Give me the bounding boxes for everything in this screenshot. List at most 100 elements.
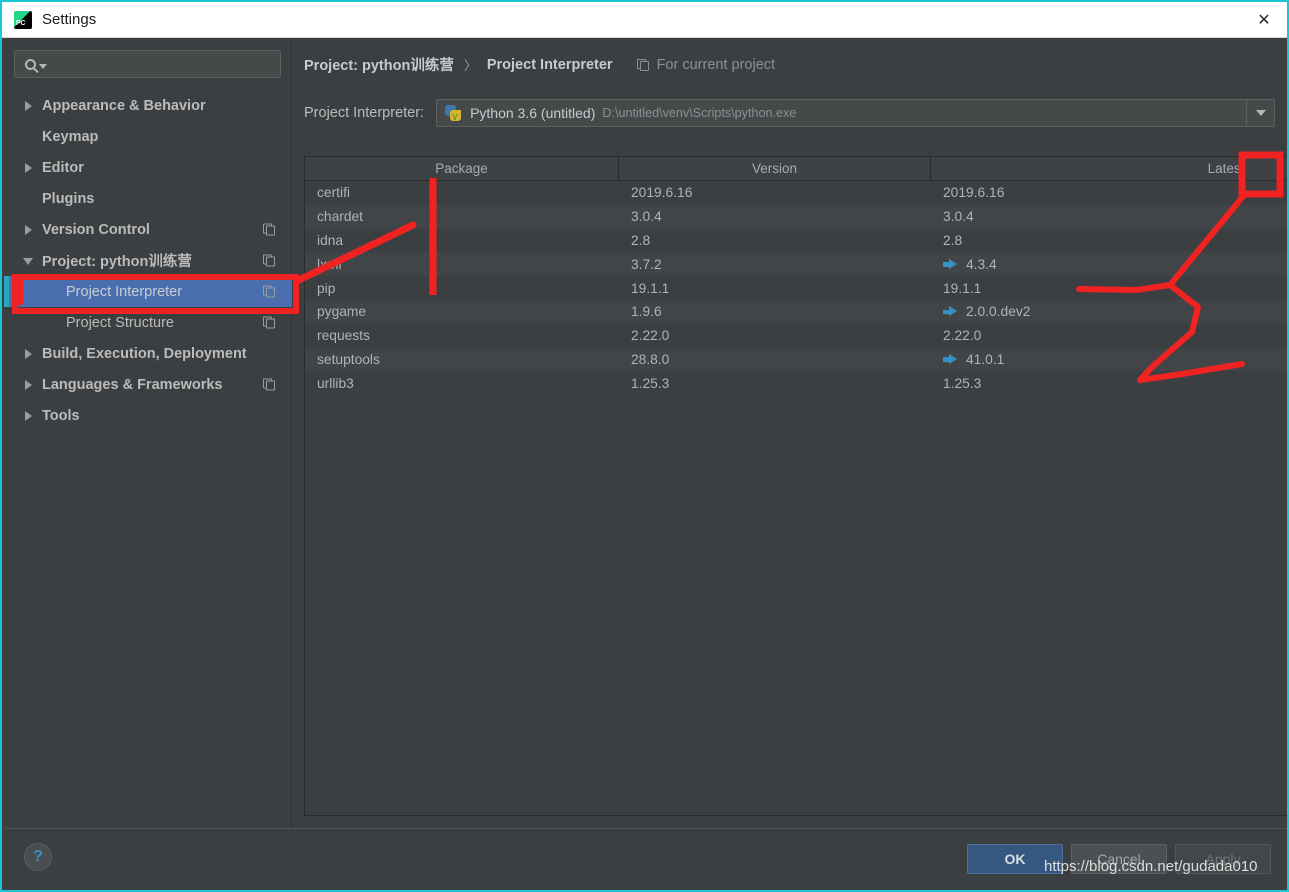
chevron-right-icon[interactable] [22,223,36,237]
python-venv-icon: V [445,104,462,122]
search-input[interactable] [47,56,280,72]
cell-package: certifi [317,185,350,201]
sidebar-item-label: Project Structure [66,314,174,331]
upgrade-available-icon [943,306,957,317]
copy-settings-icon[interactable] [263,285,276,298]
pycharm-icon: PC [14,10,32,29]
close-icon[interactable]: ✕ [1241,2,1287,37]
chevron-right-icon[interactable] [22,378,36,392]
cell-package: lxml [317,256,342,272]
sidebar-item-version-control[interactable]: Version Control [4,214,292,245]
sidebar-item-tools[interactable]: Tools [4,400,292,431]
sidebar-item-label: Build, Execution, Deployment [42,345,247,362]
copy-settings-icon[interactable] [263,378,276,391]
ok-button[interactable]: OK [967,844,1063,874]
table-row[interactable]: chardet 3.0.4 3.0.4 [305,204,1287,229]
dialog-body: Appearance & Behavior Keymap Editor Plugins… [4,38,1287,828]
cell-latest: 19.1.1 [931,280,1287,296]
table-row[interactable]: requests 2.22.0 2.22.0 [305,323,1287,348]
cell-version: 2.8 [631,232,651,248]
table-row[interactable]: lxml 3.7.2 4.3.4 [305,252,1287,277]
cell-package: setuptools [317,351,380,367]
sidebar-item-keymap[interactable]: Keymap [4,121,292,152]
table-row[interactable]: pip 19.1.1 19.1.1 [305,276,1287,300]
cell-version: 2019.6.16 [631,185,693,201]
cell-latest-text: 1.25.3 [943,375,982,391]
sidebar-item-plugins[interactable]: Plugins [4,183,292,214]
chevron-right-icon[interactable] [22,99,36,113]
sidebar-item-project-interpreter[interactable]: Project Interpreter [4,276,292,307]
upgrade-available-icon [943,258,957,270]
cell-latest-text: 4.3.4 [966,256,997,272]
column-header-latest[interactable]: Latest [931,157,1287,180]
sidebar-item-appearance-behavior[interactable]: Appearance & Behavior [4,90,292,121]
cell-latest: 2019.6.16 [931,185,1287,200]
sidebar-item-editor[interactable]: Editor [4,152,292,183]
cell-latest: 2.22.0 [931,328,1287,344]
cell-latest: 3.0.4 [931,209,1287,224]
interpreter-name: Python 3.6 (untitled) [470,105,596,121]
chevron-right-icon[interactable] [22,347,36,361]
copy-settings-icon [636,58,650,71]
interpreter-path: D:\untitled\venv\Scripts\python.exe [602,106,797,120]
upgrade-available-icon [943,353,957,365]
cell-latest: 2.8 [931,233,1287,248]
cell-version: 1.25.3 [631,375,670,391]
breadcrumb-page: Project Interpreter [486,56,613,73]
copy-settings-icon[interactable] [263,223,276,236]
sidebar-item-label: Version Control [42,221,150,238]
cell-latest-text: 2.22.0 [943,328,982,344]
sidebar-item-build-execution-deployment[interactable]: Build, Execution, Deployment [4,338,292,369]
search-icon [25,58,47,70]
chevron-down-icon[interactable] [1246,100,1274,126]
breadcrumb-scope-note: For current project [636,56,776,73]
cancel-button[interactable]: Cancel [1071,844,1167,874]
cell-version: 28.8.0 [631,351,670,367]
cell-version: 1.9.6 [631,304,662,320]
apply-button: Apply [1175,844,1271,874]
chevron-right-icon[interactable] [22,409,36,423]
sidebar-item-label: Project: python训练营 [42,254,192,270]
copy-settings-icon[interactable] [263,316,276,329]
table-row[interactable]: idna 2.8 2.8 [305,228,1287,253]
sidebar-item-project-python[interactable]: Project: python训练营 [4,245,292,276]
packages-table-header: Package Version Latest [305,157,1287,181]
packages-table-main: Package Version Latest certifi 2019.6.16 201… [305,157,1287,815]
help-button[interactable]: ? [24,843,52,871]
interpreter-combo[interactable]: V Python 3.6 (untitled) D:\untitled\venv… [436,99,1275,127]
sidebar-item-label: Project Interpreter [66,283,183,300]
cell-latest-text: 19.1.1 [943,280,982,296]
cell-latest: 1.25.3 [931,375,1287,391]
breadcrumb: Project: python训练营 〉 Project Interpreter… [304,54,775,75]
cell-latest: 41.0.1 [931,352,1287,367]
search-box[interactable] [14,50,281,78]
cell-latest: 2.0.0.dev2 [931,304,1287,319]
selection-marker [4,276,9,307]
column-header-version[interactable]: Version [619,157,931,180]
cell-package: idna [317,232,344,248]
window-title: Settings [42,11,97,28]
copy-settings-icon[interactable] [263,254,276,267]
chevron-right-icon[interactable] [22,161,36,175]
breadcrumb-scope-label: For current project [656,56,776,73]
sidebar-item-label: Plugins [42,190,95,207]
cell-package: requests [317,328,370,344]
table-row[interactable]: certifi 2019.6.16 2019.6.16 [305,181,1287,205]
breadcrumb-separator: 〉 [463,58,477,73]
column-header-package[interactable]: Package [305,157,619,180]
sidebar-item-label: Keymap [42,128,99,145]
sidebar-item-project-structure[interactable]: Project Structure [4,307,292,338]
cell-package: pip [317,280,336,296]
table-row[interactable]: setuptools 28.8.0 41.0.1 [305,347,1287,372]
chevron-down-icon[interactable] [22,254,36,268]
sidebar-item-languages-frameworks[interactable]: Languages & Frameworks [4,369,292,400]
interpreter-row: Project Interpreter: V Python 3.6 (untit… [304,98,1275,128]
cell-package: urllib3 [317,375,354,391]
breadcrumb-project[interactable]: Project: python训练营 [304,54,454,75]
cell-package: chardet [317,209,364,225]
table-row[interactable]: pygame 1.9.6 2.0.0.dev2 [305,299,1287,324]
table-row[interactable]: urllib3 1.25.3 1.25.3 [305,371,1287,396]
